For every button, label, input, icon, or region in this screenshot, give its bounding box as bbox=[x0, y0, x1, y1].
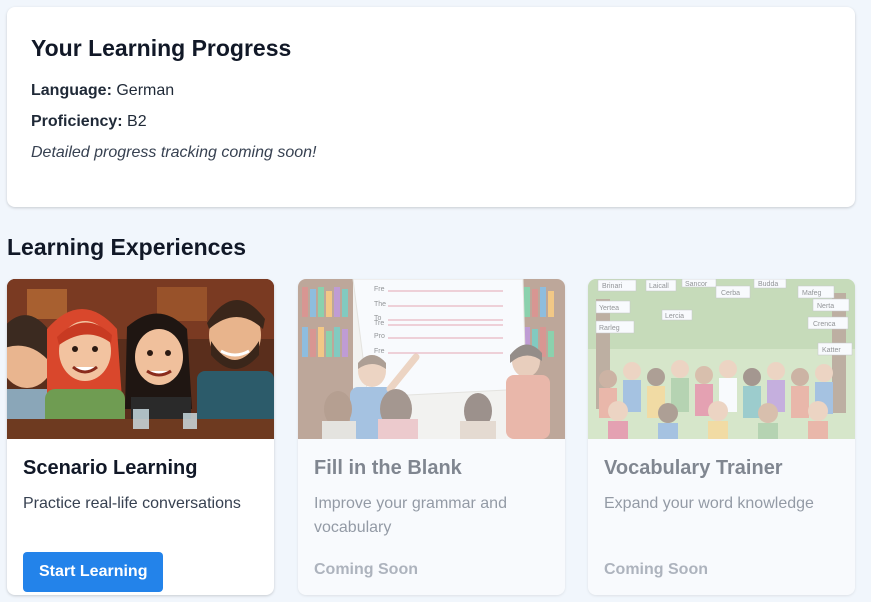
sheet-word: Fre bbox=[374, 348, 385, 355]
vocab-tag: Crenca bbox=[813, 321, 836, 328]
language-label: Language: bbox=[31, 82, 112, 99]
crowd-vocabulary-words-illustration: Brinari Laicall Sancor Budda Yertea Cerb… bbox=[588, 279, 855, 439]
card-title: Fill in the Blank bbox=[314, 457, 462, 479]
vocab-tag: Katter bbox=[822, 347, 841, 354]
sheet-word: Fre bbox=[374, 286, 385, 293]
classroom-fill-blank-illustration: Fre The To Tre Pro Fre bbox=[298, 279, 565, 439]
vocab-tag: Laicall bbox=[649, 283, 669, 290]
proficiency-row: Proficiency: B2 bbox=[31, 113, 831, 131]
vocab-tag: Cerba bbox=[721, 290, 740, 297]
coming-soon-label: Coming Soon bbox=[604, 561, 708, 578]
vocab-tag: Mafeg bbox=[802, 290, 822, 297]
card-description: Practice real-life conversations bbox=[23, 495, 241, 512]
vocab-tag: Budda bbox=[758, 281, 778, 288]
vocab-tag: Yertea bbox=[599, 305, 619, 312]
card-body: Fill in the Blank Improve your grammar a… bbox=[298, 439, 565, 595]
card-fill-in-the-blank: Fre The To Tre Pro Fre Fill in the Blank… bbox=[298, 279, 565, 595]
card-body: Vocabulary Trainer Expand your word know… bbox=[588, 439, 855, 595]
vocab-tag: Nerta bbox=[817, 303, 834, 310]
progress-title: Your Learning Progress bbox=[31, 35, 292, 61]
card-vocabulary-trainer: Brinari Laicall Sancor Budda Yertea Cerb… bbox=[588, 279, 855, 595]
coming-soon-label: Coming Soon bbox=[314, 561, 418, 578]
sheet-word: Tre bbox=[374, 320, 384, 327]
card-title: Scenario Learning bbox=[23, 457, 198, 479]
language-row: Language: German bbox=[31, 82, 831, 100]
proficiency-value: B2 bbox=[127, 113, 147, 130]
section-title: Learning Experiences bbox=[7, 234, 247, 260]
start-learning-button[interactable]: Start Learning bbox=[23, 552, 164, 592]
card-title: Vocabulary Trainer bbox=[604, 457, 783, 479]
sheet-word: Pro bbox=[374, 333, 385, 340]
card-scenario-learning[interactable]: Scenario Learning Practice real-life con… bbox=[7, 279, 274, 595]
card-description: Expand your word knowledge bbox=[604, 495, 814, 512]
vocab-tag: Brinari bbox=[602, 283, 623, 290]
friends-conversation-illustration bbox=[7, 279, 274, 439]
vocab-tag: Sancor bbox=[685, 281, 708, 288]
vocab-tag: Lercia bbox=[665, 313, 684, 320]
card-body: Scenario Learning Practice real-life con… bbox=[7, 439, 274, 595]
progress-card: Your Learning Progress Language: German … bbox=[7, 7, 855, 207]
sheet-word: The bbox=[374, 301, 386, 308]
language-value: German bbox=[116, 82, 175, 99]
vocab-tag: Rarleg bbox=[599, 325, 620, 332]
proficiency-label: Proficiency: bbox=[31, 113, 123, 130]
progress-note: Detailed progress tracking coming soon! bbox=[31, 144, 317, 161]
card-description: Improve your grammar and vocabulary bbox=[314, 495, 507, 536]
